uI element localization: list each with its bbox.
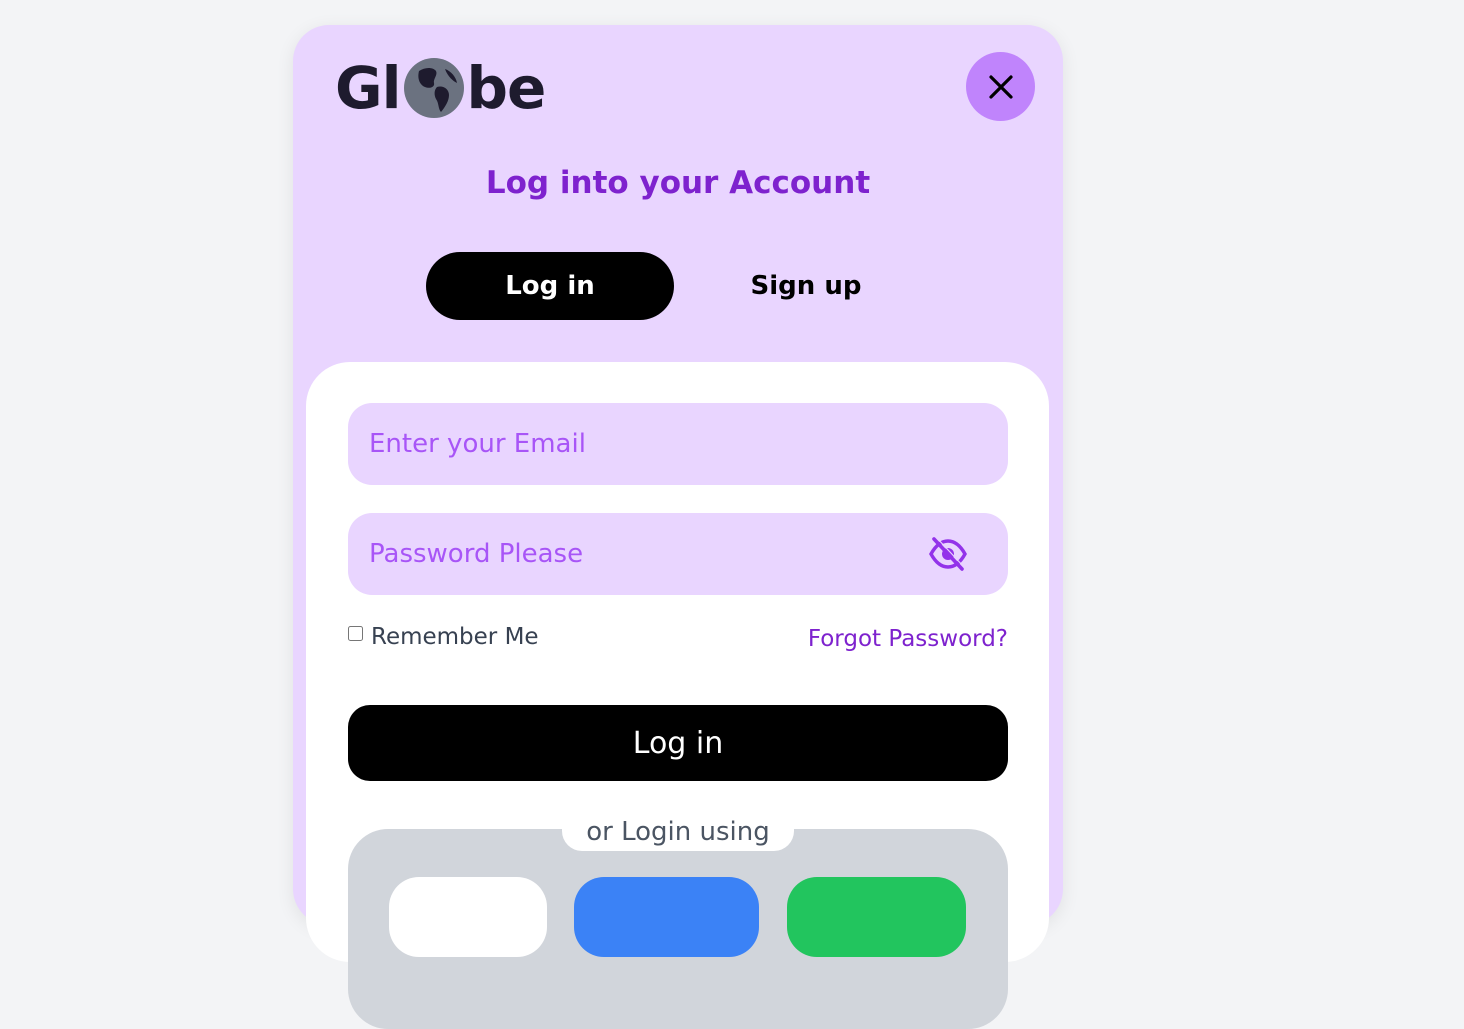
social-login-box: or Login using: [348, 813, 1008, 1029]
logo-text-start: Gl: [335, 54, 401, 122]
password-field[interactable]: [369, 513, 909, 595]
social-login-button-3[interactable]: [787, 877, 966, 957]
remember-me-checkbox[interactable]: [348, 625, 363, 641]
globe-icon: [403, 57, 465, 119]
login-modal: Gl be Log into your Account Log in Sign …: [293, 25, 1063, 1029]
tab-signup[interactable]: Sign up: [686, 252, 926, 320]
social-login-button-2[interactable]: [574, 877, 759, 957]
logo-text-end: be: [466, 54, 547, 122]
remember-me-label: Remember Me: [371, 624, 539, 650]
social-login-button-1[interactable]: [389, 877, 547, 957]
login-form: Remember Me Forgot Password? Log in or L…: [306, 362, 1049, 1029]
email-field-wrapper: [348, 403, 1008, 485]
forgot-password-link[interactable]: Forgot Password?: [808, 626, 1008, 652]
email-field[interactable]: [369, 403, 909, 485]
brand-logo: Gl be: [335, 53, 547, 123]
password-field-wrapper: [348, 513, 1008, 595]
eye-off-icon[interactable]: [928, 535, 968, 573]
close-button[interactable]: [966, 52, 1035, 121]
remember-me: Remember Me: [348, 624, 539, 650]
page-title: Log into your Account: [485, 165, 871, 201]
close-icon: [988, 74, 1013, 99]
tab-login[interactable]: Log in: [426, 252, 674, 320]
login-options: Remember Me Forgot Password?: [348, 624, 1008, 656]
social-divider-label: or Login using: [562, 813, 794, 851]
auth-tabs: Log in Sign up: [426, 252, 926, 320]
login-submit-button[interactable]: Log in: [348, 705, 1008, 781]
